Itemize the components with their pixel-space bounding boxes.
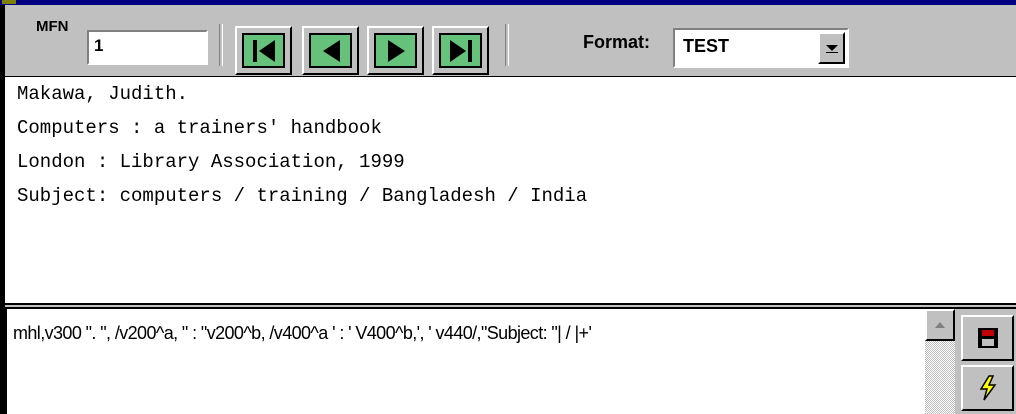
save-disk-icon [977, 328, 998, 348]
record-line-imprint: London : Library Association, 1999 [17, 151, 405, 173]
next-record-button[interactable] [367, 26, 424, 75]
save-format-button[interactable] [961, 315, 1014, 361]
previous-record-button[interactable] [302, 26, 359, 75]
next-record-icon [387, 39, 405, 62]
scroll-up-button[interactable] [925, 309, 955, 341]
record-line-subject: Subject: computers / training / Banglade… [17, 185, 588, 207]
format-dropdown-button[interactable] [818, 32, 845, 64]
format-selected-value: TEST [683, 36, 730, 56]
toolbar: MFN 1 Format: TEST [5, 5, 1016, 76]
record-line-author: Makawa, Judith. [17, 83, 189, 105]
dropdown-arrow-icon [825, 45, 838, 53]
record-line-title: Computers : a trainers' handbook [17, 117, 382, 139]
format-editor[interactable]: mhl,v300 ". ", /v200^a, " : "v200^b, /v4… [5, 309, 925, 414]
last-record-icon [449, 39, 472, 62]
format-editor-text[interactable]: mhl,v300 ". ", /v200^a, " : "v200^b, /v4… [13, 323, 592, 344]
toolbar-separator [219, 24, 223, 66]
editor-side-buttons [955, 309, 1016, 414]
lightning-bolt-icon [979, 375, 996, 401]
mfn-label: MFN [36, 18, 69, 35]
window: MFN 1 Format: TEST Makawa, Judith. Compu… [0, 0, 1016, 414]
previous-record-icon [322, 39, 340, 62]
toolbar-separator [505, 24, 509, 66]
record-display: Makawa, Judith. Computers : a trainers' … [5, 76, 1016, 304]
format-select[interactable]: TEST [673, 28, 849, 68]
first-record-button[interactable] [235, 26, 292, 75]
mfn-input[interactable]: 1 [87, 30, 208, 65]
execute-format-button[interactable] [961, 365, 1014, 411]
first-record-icon [252, 39, 275, 62]
format-label: Format: [583, 32, 650, 52]
window-corner-mark [2, 0, 16, 4]
last-record-button[interactable] [432, 26, 489, 75]
scroll-up-arrow-icon [935, 322, 945, 328]
